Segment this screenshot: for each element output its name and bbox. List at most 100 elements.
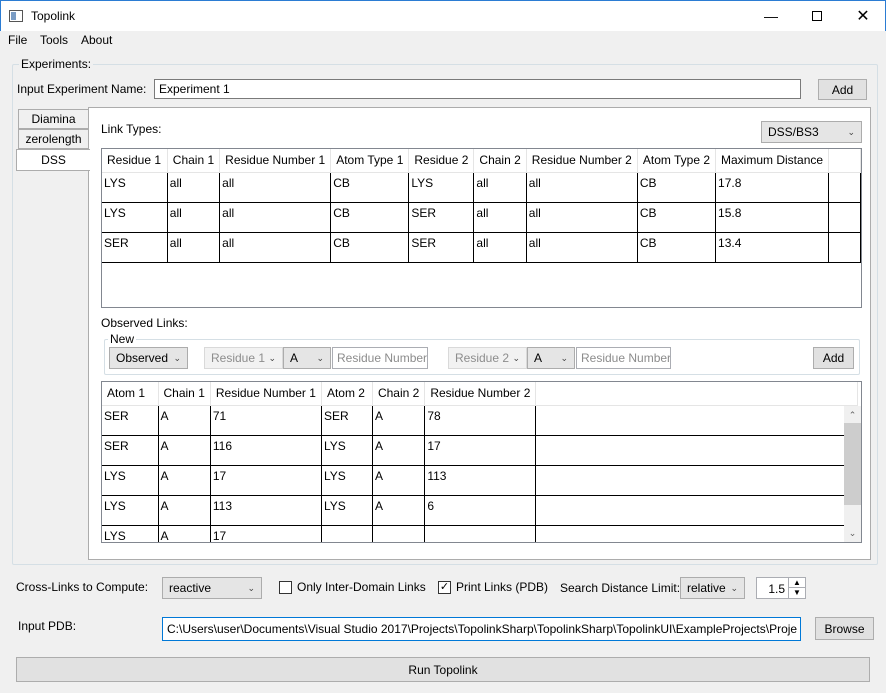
table-cell[interactable]: LYS xyxy=(321,465,373,496)
column-header[interactable]: Chain 2 xyxy=(372,382,426,406)
table-cell[interactable]: A xyxy=(158,525,211,542)
column-header[interactable]: Residue 2 xyxy=(408,149,475,173)
table-cell[interactable]: A xyxy=(158,435,211,466)
column-header[interactable]: Atom 2 xyxy=(321,382,373,406)
inter-domain-checkbox[interactable] xyxy=(279,581,292,594)
link-types-table[interactable]: Residue 1 Chain 1 Residue Number 1 Atom … xyxy=(101,148,862,308)
minimize-icon[interactable]: — xyxy=(748,1,794,31)
table-cell[interactable]: all xyxy=(219,172,332,203)
menu-tools[interactable]: Tools xyxy=(40,33,68,47)
table-cell[interactable]: 6 xyxy=(424,495,537,526)
column-header[interactable]: Chain 2 xyxy=(473,149,527,173)
table-cell[interactable]: LYS xyxy=(321,495,373,526)
column-header[interactable]: Chain 1 xyxy=(167,149,221,173)
column-header[interactable]: Residue Number 2 xyxy=(424,382,537,406)
table-cell[interactable]: 116 xyxy=(210,435,322,466)
search-limit-stepper[interactable]: 1.5 ▲ ▼ xyxy=(756,577,806,599)
table-cell[interactable]: SER xyxy=(321,405,373,436)
table-cell[interactable]: all xyxy=(167,172,221,203)
table-row[interactable]: LYS A 17 xyxy=(102,525,859,542)
scroll-down-icon[interactable]: ⌄ xyxy=(844,528,861,539)
table-cell[interactable]: all xyxy=(473,172,527,203)
scroll-up-icon[interactable]: ⌃ xyxy=(844,410,861,421)
table-cell[interactable]: all xyxy=(219,202,332,233)
table-cell[interactable]: 15.8 xyxy=(715,202,830,233)
tab-dss[interactable]: DSS xyxy=(16,149,90,171)
link-types-select[interactable]: DSS/BS3 ⌄ xyxy=(761,121,862,143)
table-row[interactable]: LYS A 17 LYS A 113 xyxy=(102,465,859,496)
table-cell[interactable]: LYS xyxy=(102,202,168,233)
table-cell[interactable]: 113 xyxy=(210,495,322,526)
chain2-select[interactable]: A ⌄ xyxy=(527,347,575,369)
table-cell[interactable]: all xyxy=(219,232,332,263)
tab-zerolength[interactable]: zerolength xyxy=(18,129,89,149)
table-cell[interactable]: CB xyxy=(637,202,717,233)
table-cell[interactable]: all xyxy=(526,202,638,233)
observed-links-scrollbar[interactable]: ⌃ ⌄ xyxy=(844,406,861,542)
decrement-icon[interactable]: ▼ xyxy=(788,588,805,598)
table-cell[interactable]: CB xyxy=(330,172,410,203)
browse-button[interactable]: Browse xyxy=(815,617,874,640)
table-cell[interactable]: SER xyxy=(102,435,159,466)
table-cell[interactable]: 113 xyxy=(424,465,537,496)
table-row[interactable]: LYS all all CB LYS all all CB 17.8 xyxy=(102,172,861,203)
column-header[interactable]: Atom Type 1 xyxy=(330,149,410,173)
column-header[interactable]: Residue Number 2 xyxy=(526,149,638,173)
residue-number2-input[interactable]: Residue Number xyxy=(576,347,671,369)
print-links-checkbox[interactable]: ✓ xyxy=(438,581,451,594)
column-header[interactable]: Atom 1 xyxy=(102,382,159,406)
table-cell[interactable]: SER xyxy=(102,232,168,263)
table-cell[interactable]: all xyxy=(167,232,221,263)
column-header[interactable]: Residue Number 1 xyxy=(219,149,332,173)
table-cell[interactable]: LYS xyxy=(102,525,159,542)
table-row[interactable]: LYS A 113 LYS A 6 xyxy=(102,495,859,526)
table-cell[interactable]: 17 xyxy=(210,465,322,496)
table-cell[interactable]: A xyxy=(372,405,426,436)
search-limit-mode-select[interactable]: relative ⌄ xyxy=(680,577,745,599)
table-cell[interactable]: all xyxy=(526,232,638,263)
chain1-select[interactable]: A ⌄ xyxy=(283,347,331,369)
table-cell[interactable] xyxy=(424,525,537,542)
close-icon[interactable]: ✕ xyxy=(840,1,886,31)
table-cell[interactable]: 78 xyxy=(424,405,537,436)
column-header[interactable]: Maximum Distance xyxy=(715,149,830,173)
table-cell[interactable]: A xyxy=(158,495,211,526)
table-cell[interactable]: 13.4 xyxy=(715,232,830,263)
experiment-name-input[interactable]: Experiment 1 xyxy=(154,79,801,99)
table-row[interactable]: SER A 71 SER A 78 xyxy=(102,405,859,436)
table-cell[interactable]: SER xyxy=(408,202,475,233)
table-cell[interactable]: 17 xyxy=(424,435,537,466)
table-row[interactable]: SER A 116 LYS A 17 xyxy=(102,435,859,466)
table-cell[interactable]: all xyxy=(526,172,638,203)
cross-links-select[interactable]: reactive ⌄ xyxy=(162,577,262,599)
table-cell[interactable] xyxy=(321,525,373,542)
table-cell[interactable]: all xyxy=(167,202,221,233)
observed-links-table[interactable]: Atom 1 Chain 1 Residue Number 1 Atom 2 C… xyxy=(101,381,862,543)
new-link-type-select[interactable]: Observed ⌄ xyxy=(109,347,188,369)
maximize-icon[interactable] xyxy=(794,1,840,31)
table-cell[interactable]: all xyxy=(473,202,527,233)
table-cell[interactable]: A xyxy=(158,465,211,496)
table-cell[interactable]: A xyxy=(372,465,426,496)
table-cell[interactable]: SER xyxy=(408,232,475,263)
table-cell[interactable]: SER xyxy=(102,405,159,436)
input-pdb-path[interactable]: C:\Users\user\Documents\Visual Studio 20… xyxy=(162,617,801,641)
table-cell[interactable]: LYS xyxy=(102,465,159,496)
add-experiment-button[interactable]: Add xyxy=(818,79,867,100)
table-row[interactable]: LYS all all CB SER all all CB 15.8 xyxy=(102,202,861,233)
table-cell[interactable] xyxy=(372,525,426,542)
table-cell[interactable]: CB xyxy=(637,172,717,203)
residue-number1-input[interactable]: Residue Number xyxy=(332,347,428,369)
table-cell[interactable]: LYS xyxy=(102,495,159,526)
menu-file[interactable]: File xyxy=(8,33,27,47)
table-cell[interactable]: CB xyxy=(637,232,717,263)
column-header[interactable]: Residue Number 1 xyxy=(210,382,322,406)
table-cell[interactable]: CB xyxy=(330,232,410,263)
column-header[interactable]: Chain 1 xyxy=(158,382,211,406)
table-row[interactable]: SER all all CB SER all all CB 13.4 xyxy=(102,232,861,263)
table-cell[interactable]: 71 xyxy=(210,405,322,436)
table-cell[interactable]: LYS xyxy=(321,435,373,466)
column-header[interactable]: Atom Type 2 xyxy=(637,149,717,173)
add-link-button[interactable]: Add xyxy=(813,347,854,369)
menu-about[interactable]: About xyxy=(81,33,112,47)
